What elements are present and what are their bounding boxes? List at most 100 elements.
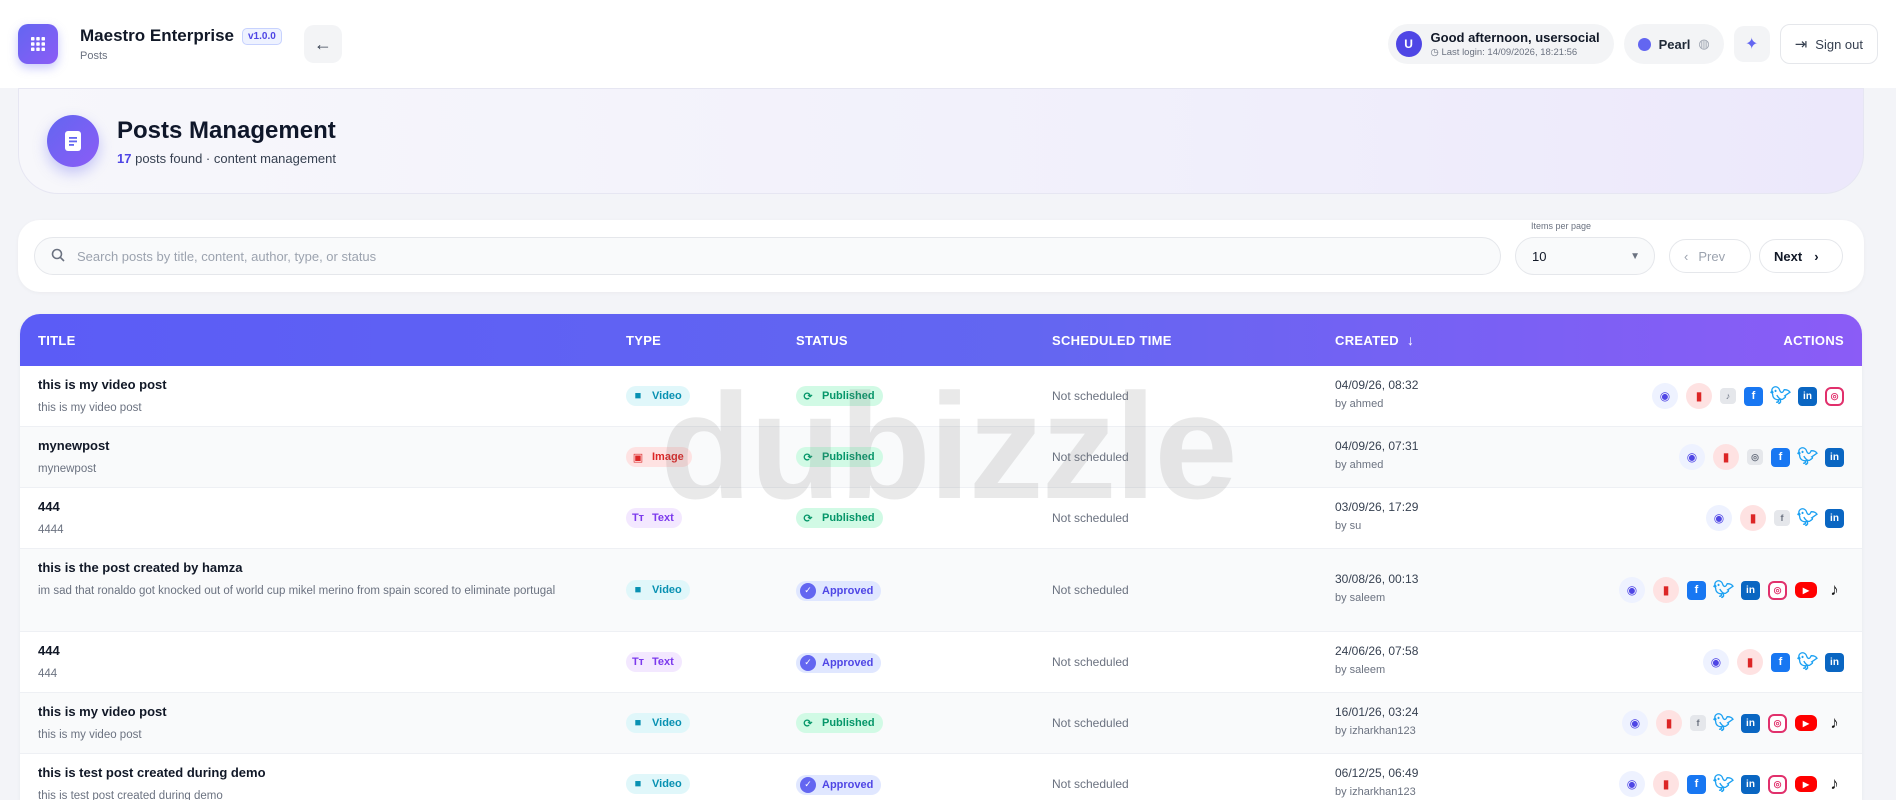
header-created[interactable]: CREATED ↓ xyxy=(1335,314,1414,366)
status-label: Published xyxy=(822,717,875,729)
created-by: by saleem xyxy=(1335,592,1386,604)
sign-out-button[interactable]: ⇥ Sign out xyxy=(1779,24,1878,64)
instagram-small-icon[interactable]: ◎ xyxy=(1747,449,1763,465)
facebook-icon[interactable]: f xyxy=(1687,774,1706,794)
eye-icon: ◉ xyxy=(1626,777,1638,791)
tiktok-icon[interactable]: ♪ xyxy=(1825,774,1844,794)
post-content: im sad that ronaldo got knocked out of w… xyxy=(38,585,556,597)
linkedin-icon[interactable]: in xyxy=(1741,580,1760,600)
type-label: Image xyxy=(652,451,684,463)
view-button[interactable]: ◉ xyxy=(1706,505,1732,531)
eye-icon: ◉ xyxy=(1713,511,1725,525)
youtube-icon[interactable]: ▶ xyxy=(1795,582,1817,598)
app-name: Maestro Enterprise xyxy=(80,26,234,45)
delete-button[interactable]: ▮ xyxy=(1656,710,1682,736)
type-badge: Tт Text xyxy=(626,652,682,672)
linkedin-icon[interactable]: in xyxy=(1825,508,1844,528)
delete-button[interactable]: ▮ xyxy=(1653,771,1679,797)
twitter-icon[interactable]: 🐦︎ xyxy=(1713,774,1735,794)
facebook-icon[interactable]: f xyxy=(1744,386,1763,406)
status-label: Published xyxy=(822,512,875,524)
delete-button[interactable]: ▮ xyxy=(1737,649,1763,675)
type-label: Video xyxy=(652,778,682,790)
header-title[interactable]: TITLE xyxy=(38,314,76,366)
instagram-icon[interactable]: ◎ xyxy=(1768,713,1787,733)
chevron-right-icon: › xyxy=(1814,248,1819,264)
greeting-text: Good afternoon, usersocial xyxy=(1430,30,1600,45)
trash-icon: ▮ xyxy=(1662,583,1670,597)
sign-out-label: Sign out xyxy=(1815,36,1863,52)
items-per-page-select[interactable]: 10 ▼ xyxy=(1515,237,1655,275)
twitter-icon[interactable]: 🐦︎ xyxy=(1713,713,1735,733)
tiktok-icon[interactable]: ♪ xyxy=(1825,713,1844,733)
apps-grid-icon[interactable] xyxy=(18,24,58,64)
search-box[interactable] xyxy=(34,237,1501,275)
user-greeting[interactable]: U Good afternoon, usersocial ◷ Last logi… xyxy=(1387,24,1614,64)
table-row[interactable]: 444 444 Tт Text ✓ Approved Not scheduled 2… xyxy=(20,632,1862,693)
table-row[interactable]: this is test post created during demo th… xyxy=(20,754,1862,800)
twitter-icon[interactable]: 🐦︎ xyxy=(1713,580,1735,600)
breadcrumb: Posts xyxy=(80,50,108,62)
delete-button[interactable]: ▮ xyxy=(1713,444,1739,470)
linkedin-icon[interactable]: in xyxy=(1825,652,1844,672)
twitter-icon[interactable]: 🐦︎ xyxy=(1797,447,1819,467)
sparkle-button[interactable]: ✦ xyxy=(1733,26,1770,62)
back-button[interactable]: ← xyxy=(303,25,342,63)
post-content: 4444 xyxy=(38,524,64,536)
twitter-icon[interactable]: 🐦︎ xyxy=(1770,386,1792,406)
header-status[interactable]: STATUS xyxy=(796,314,848,366)
view-button[interactable]: ◉ xyxy=(1652,383,1678,409)
instagram-icon[interactable]: ◎ xyxy=(1825,386,1844,406)
items-per-page-value: 10 xyxy=(1532,248,1547,264)
youtube-icon[interactable]: ▶ xyxy=(1795,776,1817,792)
trash-icon: ▮ xyxy=(1722,450,1730,464)
table-row[interactable]: this is the post created by hamza im sad… xyxy=(20,549,1862,632)
facebook-small-icon[interactable]: f xyxy=(1690,715,1706,731)
instagram-icon[interactable]: ◎ xyxy=(1768,580,1787,600)
sync-icon: ⟳ xyxy=(803,512,813,525)
facebook-icon[interactable]: f xyxy=(1771,652,1790,672)
status-badge: ⟳ Published xyxy=(796,713,883,733)
header-type[interactable]: TYPE xyxy=(626,314,661,366)
table-row[interactable]: this is my video post this is my video p… xyxy=(20,693,1862,754)
tiktok-small-icon[interactable]: ♪ xyxy=(1720,388,1736,404)
search-input[interactable] xyxy=(77,248,1484,264)
status-badge: ✓ Approved xyxy=(796,652,882,673)
type-label: Text xyxy=(652,656,674,668)
linkedin-icon[interactable]: in xyxy=(1741,774,1760,794)
eye-icon: ◉ xyxy=(1686,450,1698,464)
facebook-small-icon[interactable]: f xyxy=(1774,510,1790,526)
header-scheduled-time[interactable]: SCHEDULED TIME xyxy=(1052,314,1172,366)
next-page-button[interactable]: Next › xyxy=(1759,239,1843,273)
prev-page-button[interactable]: ‹ Prev xyxy=(1669,239,1751,273)
type-badge: ■ Video xyxy=(626,580,690,600)
created-by: by izharkhan123 xyxy=(1335,725,1416,737)
type-badge: ▣ Image xyxy=(626,447,692,467)
delete-button[interactable]: ▮ xyxy=(1686,383,1712,409)
linkedin-icon[interactable]: in xyxy=(1798,386,1817,406)
facebook-icon[interactable]: f xyxy=(1687,580,1706,600)
delete-button[interactable]: ▮ xyxy=(1740,505,1766,531)
facebook-icon[interactable]: f xyxy=(1771,447,1790,467)
created-date: 03/09/26, 17:29 xyxy=(1335,500,1419,514)
twitter-icon[interactable]: 🐦︎ xyxy=(1797,508,1819,528)
youtube-icon[interactable]: ▶ xyxy=(1795,715,1817,731)
tiktok-icon[interactable]: ♪ xyxy=(1825,580,1844,600)
assistant-button[interactable]: Pearl ◍ xyxy=(1623,24,1724,64)
view-button[interactable]: ◉ xyxy=(1619,577,1645,603)
table-row[interactable]: this is my video post this is my video p… xyxy=(20,366,1862,427)
view-button[interactable]: ◉ xyxy=(1703,649,1729,675)
linkedin-icon[interactable]: in xyxy=(1741,713,1760,733)
linkedin-icon[interactable]: in xyxy=(1825,447,1844,467)
table-row[interactable]: mynewpost mynewpost ▣ Image ⟳ Published No… xyxy=(20,427,1862,488)
view-button[interactable]: ◉ xyxy=(1619,771,1645,797)
view-button[interactable]: ◉ xyxy=(1679,444,1705,470)
table-row[interactable]: 444 4444 Tт Text ⟳ Published Not scheduled… xyxy=(20,488,1862,549)
twitter-icon[interactable]: 🐦︎ xyxy=(1797,652,1819,672)
chevron-down-icon: ▼ xyxy=(1630,250,1640,262)
delete-button[interactable]: ▮ xyxy=(1653,577,1679,603)
page-header: Posts Management 17 posts found · conten… xyxy=(18,88,1864,194)
view-button[interactable]: ◉ xyxy=(1622,710,1648,736)
instagram-icon[interactable]: ◎ xyxy=(1768,774,1787,794)
prev-label: Prev xyxy=(1698,248,1726,264)
